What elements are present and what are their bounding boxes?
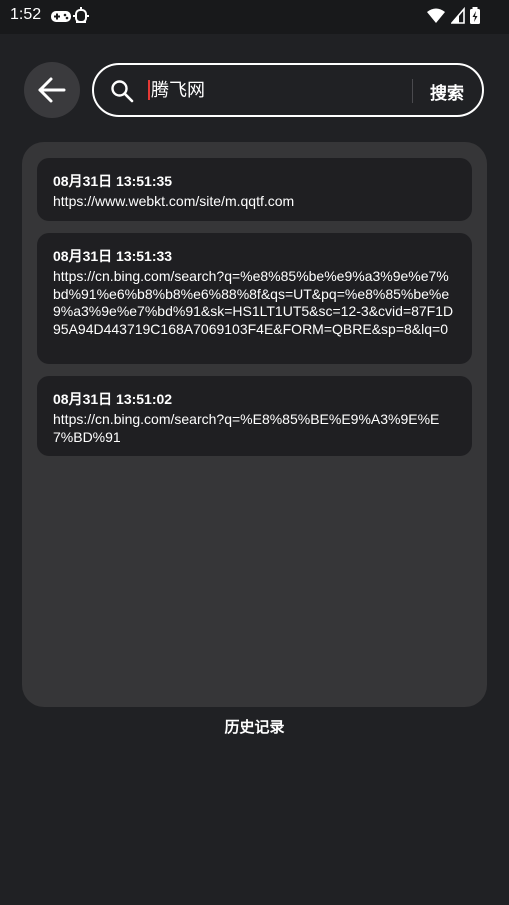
text-caret: [148, 80, 150, 100]
signal-icon: [450, 6, 465, 24]
back-button[interactable]: [24, 62, 80, 118]
history-label: 历史记录: [224, 719, 285, 736]
search-input[interactable]: 腾飞网: [148, 79, 205, 101]
history-panel: 08月31日 13:51:35 https://www.webkt.com/si…: [22, 142, 487, 707]
history-item-time: 08月31日 13:51:35: [53, 173, 173, 189]
history-item-time: 08月31日 13:51:02: [53, 391, 173, 407]
search-divider: [412, 79, 413, 103]
wifi-icon: [427, 8, 446, 23]
search-query-text: 腾飞网: [151, 80, 205, 100]
search-button[interactable]: 搜索: [430, 79, 464, 104]
status-time: 1:52: [10, 6, 42, 23]
history-item[interactable]: 08月31日 13:51:33 https://cn.bing.com/sear…: [37, 233, 472, 364]
history-item-url: https://www.webkt.com/site/m.qqtf.com: [53, 193, 295, 209]
status-bar: 1:52: [0, 0, 509, 34]
bug-icon: [72, 6, 90, 31]
history-item-time: 08月31日 13:51:33: [53, 248, 173, 264]
arrow-left-icon: [38, 77, 66, 103]
gamepad-icon: [50, 6, 72, 31]
history-item[interactable]: 08月31日 13:51:35 https://www.webkt.com/si…: [37, 158, 472, 221]
history-item-url: https://cn.bing.com/search?q=%e8%85%be%e…: [53, 268, 454, 337]
search-icon: [110, 79, 134, 108]
history-item[interactable]: 08月31日 13:51:02 https://cn.bing.com/sear…: [37, 376, 472, 456]
search-box: 腾飞网 搜索: [92, 63, 484, 117]
history-item-url: https://cn.bing.com/search?q=%E8%85%BE%E…: [53, 411, 440, 445]
status-right-icons: [426, 6, 481, 26]
battery-icon: [470, 7, 480, 24]
